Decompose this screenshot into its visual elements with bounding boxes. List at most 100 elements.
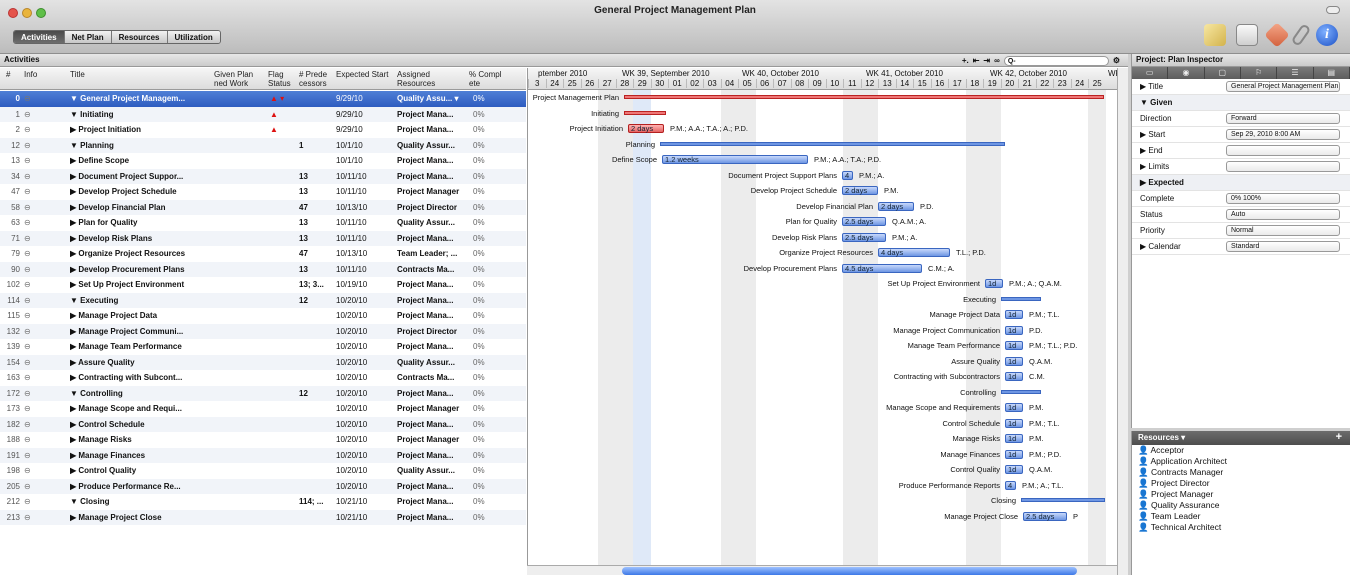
task-bar[interactable]: 1d (1005, 356, 1023, 366)
info-icon[interactable]: ⊖ (24, 262, 48, 277)
inspector-icon[interactable] (1236, 24, 1258, 46)
table-row[interactable]: 114 ⊖ ▼ Executing 12 10/20/10 Project Mana...… (0, 292, 526, 308)
task-bar[interactable]: 1d (1005, 325, 1023, 335)
table-row[interactable]: 139 ⊖ ▶ Manage Team Performance 10/20/10 Pr… (0, 339, 526, 355)
search-input[interactable]: Q- (1003, 56, 1109, 66)
resource-item[interactable]: 👤 Application Architect (1132, 456, 1350, 467)
horizontal-scrollbar[interactable] (527, 565, 1117, 575)
add-resource-button[interactable]: + (1336, 431, 1342, 444)
table-row[interactable]: 163 ⊖ ▶ Contracting with Subcont... 10/20/… (0, 370, 526, 386)
summary-bar[interactable] (624, 110, 666, 115)
table-row[interactable]: 191 ⊖ ▶ Manage Finances 10/20/10 Project Ma… (0, 447, 526, 463)
indent-icon[interactable]: ⇥ (983, 55, 990, 67)
outdent-icon[interactable]: ⇤ (973, 55, 980, 67)
attachment-icon[interactable] (1290, 23, 1312, 47)
task-bar[interactable]: 1d (1005, 341, 1023, 350)
inspector-value[interactable]: Standard (1226, 241, 1340, 252)
table-row[interactable]: 47 ⊖ ▶ Develop Project Schedule 13 10/11/10… (0, 184, 526, 200)
inspector-tab-resources[interactable]: ⚐ (1241, 67, 1278, 79)
info-icon[interactable]: ⊖ (24, 293, 48, 308)
info-icon[interactable]: ⊖ (24, 463, 48, 478)
table-row[interactable]: 1 ⊖ ▼ Initiating ▲ 9/29/10 Project Mana... 0% (0, 106, 526, 122)
task-bar[interactable]: 1d (1005, 465, 1023, 474)
info-icon[interactable]: ⊖ (24, 231, 48, 246)
tab-resources[interactable]: Resources (111, 31, 168, 43)
table-row[interactable]: 182 ⊖ ▶ Control Schedule 10/20/10 Project M… (0, 416, 526, 432)
inspector-value[interactable] (1226, 145, 1340, 156)
inspector-tab-notes[interactable]: ▢ (1205, 67, 1241, 79)
resource-item[interactable]: 👤 Contracts Manager (1132, 467, 1350, 478)
table-row[interactable]: 12 ⊖ ▼ Planning 1 10/1/10 Quality Assur... 0% (0, 137, 526, 153)
col-num[interactable]: # (6, 70, 10, 79)
info-icon[interactable]: ⊖ (24, 169, 48, 184)
info-icon[interactable]: ⊖ (24, 246, 48, 261)
tab-net-plan[interactable]: Net Plan (64, 31, 112, 43)
col-expected-start[interactable]: Expected Start (336, 70, 388, 79)
info-icon[interactable]: ⊖ (24, 386, 48, 401)
task-bar[interactable]: 2 days (628, 124, 664, 133)
task-bar[interactable]: 1d (1005, 434, 1023, 443)
resource-item[interactable]: 👤 Acceptor (1132, 445, 1350, 456)
task-bar[interactable]: 1d (985, 279, 1003, 288)
task-bar[interactable]: 2.5 days (1023, 511, 1067, 521)
summary-bar[interactable] (1001, 296, 1041, 301)
toolbar-toggle-button[interactable] (1326, 6, 1340, 14)
info-icon[interactable]: ⊖ (24, 510, 48, 525)
inspector-value[interactable]: Auto (1226, 209, 1340, 220)
resources-header[interactable]: Resources ▾ + (1132, 431, 1350, 445)
table-row[interactable]: 102 ⊖ ▶ Set Up Project Environment 13; 3..… (0, 277, 526, 293)
table-row[interactable]: 63 ⊖ ▶ Plan for Quality 13 10/11/10 Quality … (0, 215, 526, 231)
info-icon[interactable]: ⊖ (24, 215, 48, 230)
info-icon[interactable]: ⊖ (24, 153, 48, 168)
vertical-scrollbar[interactable] (1117, 68, 1128, 575)
task-bar[interactable]: 1d (1005, 372, 1023, 381)
info-icon[interactable]: ⊖ (24, 122, 48, 137)
table-row[interactable]: 2 ⊖ ▶ Project Initiation ▲ 9/29/10 Project M… (0, 122, 526, 138)
summary-bar[interactable] (624, 95, 1104, 99)
inspector-value[interactable]: General Project Management Plan (1226, 81, 1340, 92)
table-row[interactable]: 212 ⊖ ▼ Closing 114; ... 10/21/10 Project Man… (0, 494, 526, 510)
table-row[interactable]: 198 ⊖ ▶ Control Quality 10/20/10 Quality As… (0, 463, 526, 479)
inspector-tab-document[interactable]: ▤ (1314, 67, 1350, 79)
summary-bar[interactable] (660, 141, 1005, 146)
inspector-value[interactable]: Forward (1226, 113, 1340, 124)
col-percent-complete[interactable]: % Compl ete (469, 70, 509, 88)
resource-item[interactable]: 👤 Quality Assurance (1132, 500, 1350, 511)
col-title[interactable]: Title (70, 70, 85, 79)
summary-bar[interactable] (1001, 389, 1041, 394)
col-assigned-resources[interactable]: Assigned Resources (397, 70, 457, 88)
task-bar[interactable]: 1.2 weeks (662, 155, 808, 164)
inspector-tab-dependencies[interactable]: ◉ (1168, 67, 1205, 79)
info-icon[interactable]: ⊖ (24, 417, 48, 432)
task-bar[interactable]: 4 (842, 170, 853, 180)
info-icon[interactable]: ⊖ (24, 494, 48, 509)
info-icon[interactable]: ⊖ (24, 355, 48, 370)
info-icon[interactable]: ⊖ (24, 200, 48, 215)
info-icon[interactable]: ⊖ (24, 184, 48, 199)
task-bar[interactable]: 2.5 days (842, 232, 886, 242)
table-row[interactable]: 173 ⊖ ▶ Manage Scope and Requi... 10/20/10… (0, 401, 526, 417)
info-icon[interactable]: ⊖ (24, 448, 48, 463)
table-row[interactable]: 205 ⊖ ▶ Produce Performance Re... 10/20/10… (0, 478, 526, 494)
tag-icon[interactable] (1264, 22, 1290, 48)
inspector-value[interactable]: 0% 100% (1226, 193, 1340, 204)
table-row[interactable]: 0 ⊖ ▼ General Project Managem... ▲ ▾ 9/29/10… (0, 91, 526, 107)
scroll-thumb[interactable] (622, 567, 1077, 575)
gear-icon[interactable]: ⚙ (1113, 55, 1120, 67)
info-icon[interactable]: i (1316, 24, 1338, 46)
inspector-tab-calendar[interactable]: ☰ (1277, 67, 1314, 79)
inspector-value[interactable]: Normal (1226, 225, 1340, 236)
resource-item[interactable]: 👤 Project Manager (1132, 489, 1350, 500)
info-icon[interactable]: ⊖ (24, 479, 48, 494)
table-row[interactable]: 79 ⊖ ▶ Organize Project Resources 47 10/13/… (0, 246, 526, 262)
task-bar[interactable]: 1d (1005, 449, 1023, 459)
col-given-work[interactable]: Given Plan ned Work (214, 70, 262, 88)
link-icon[interactable]: ∞ (994, 55, 1000, 67)
info-icon[interactable]: ⊖ (24, 308, 48, 323)
add-icon[interactable]: +. (962, 55, 969, 67)
task-bar[interactable]: 1d (1005, 403, 1023, 412)
inspector-value[interactable]: Sep 29, 2010 8:00 AM (1226, 129, 1340, 140)
info-icon[interactable]: ⊖ (24, 370, 48, 385)
inspector-value[interactable] (1226, 161, 1340, 172)
task-bar[interactable]: 4 days (878, 248, 950, 257)
